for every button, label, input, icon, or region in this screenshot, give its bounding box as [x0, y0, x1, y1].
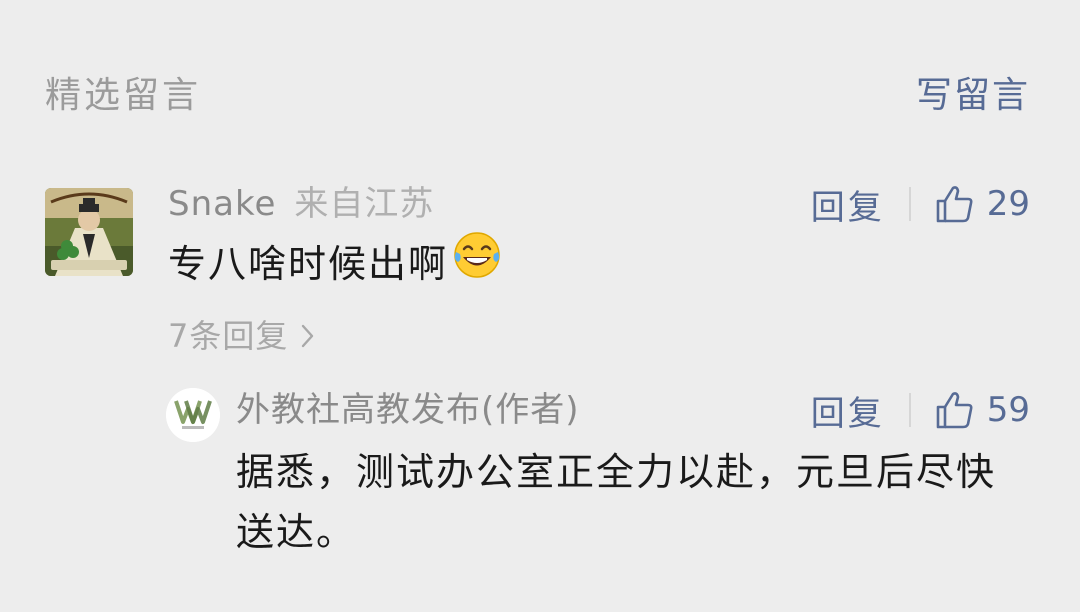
tears-of-joy-emoji-icon: [452, 230, 502, 295]
like-button[interactable]: 59: [935, 390, 1030, 430]
reply-button[interactable]: 回复: [811, 386, 885, 435]
comment-author-region: 来自江苏: [294, 184, 435, 224]
comment-actions: 回复 29: [811, 180, 1030, 228]
more-replies-link[interactable]: 7条回复: [168, 314, 316, 358]
comments-header: 精选留言 写留言: [0, 0, 1080, 190]
more-replies-label: 7条回复: [168, 317, 289, 355]
thumbs-up-icon: [935, 184, 975, 224]
avatar[interactable]: [45, 188, 133, 276]
reply-author-name: 外教社高教发布(作者): [236, 390, 580, 430]
thumbs-up-icon: [935, 390, 975, 430]
reply-text: 据悉，测试办公室正全力以赴，元旦后尽快送达。: [236, 450, 997, 554]
chevron-right-icon: [300, 317, 316, 355]
write-comment-button[interactable]: 写留言: [916, 72, 1030, 120]
like-count: 29: [986, 184, 1030, 224]
divider: [908, 187, 911, 221]
section-title: 精选留言: [45, 75, 202, 116]
reply-actions: 回复 59: [811, 386, 1030, 434]
like-button[interactable]: 29: [935, 184, 1030, 224]
like-count: 59: [986, 390, 1030, 430]
comment-author-row: Snake 来自江苏: [168, 180, 434, 228]
reply-button[interactable]: 回复: [811, 180, 885, 229]
comment-text: 专八啥时候出啊: [168, 232, 502, 299]
comment-body: 专八啥时候出啊: [168, 242, 449, 286]
comment-author-name: Snake: [168, 184, 277, 224]
divider: [908, 393, 911, 427]
author-avatar[interactable]: [166, 388, 220, 442]
